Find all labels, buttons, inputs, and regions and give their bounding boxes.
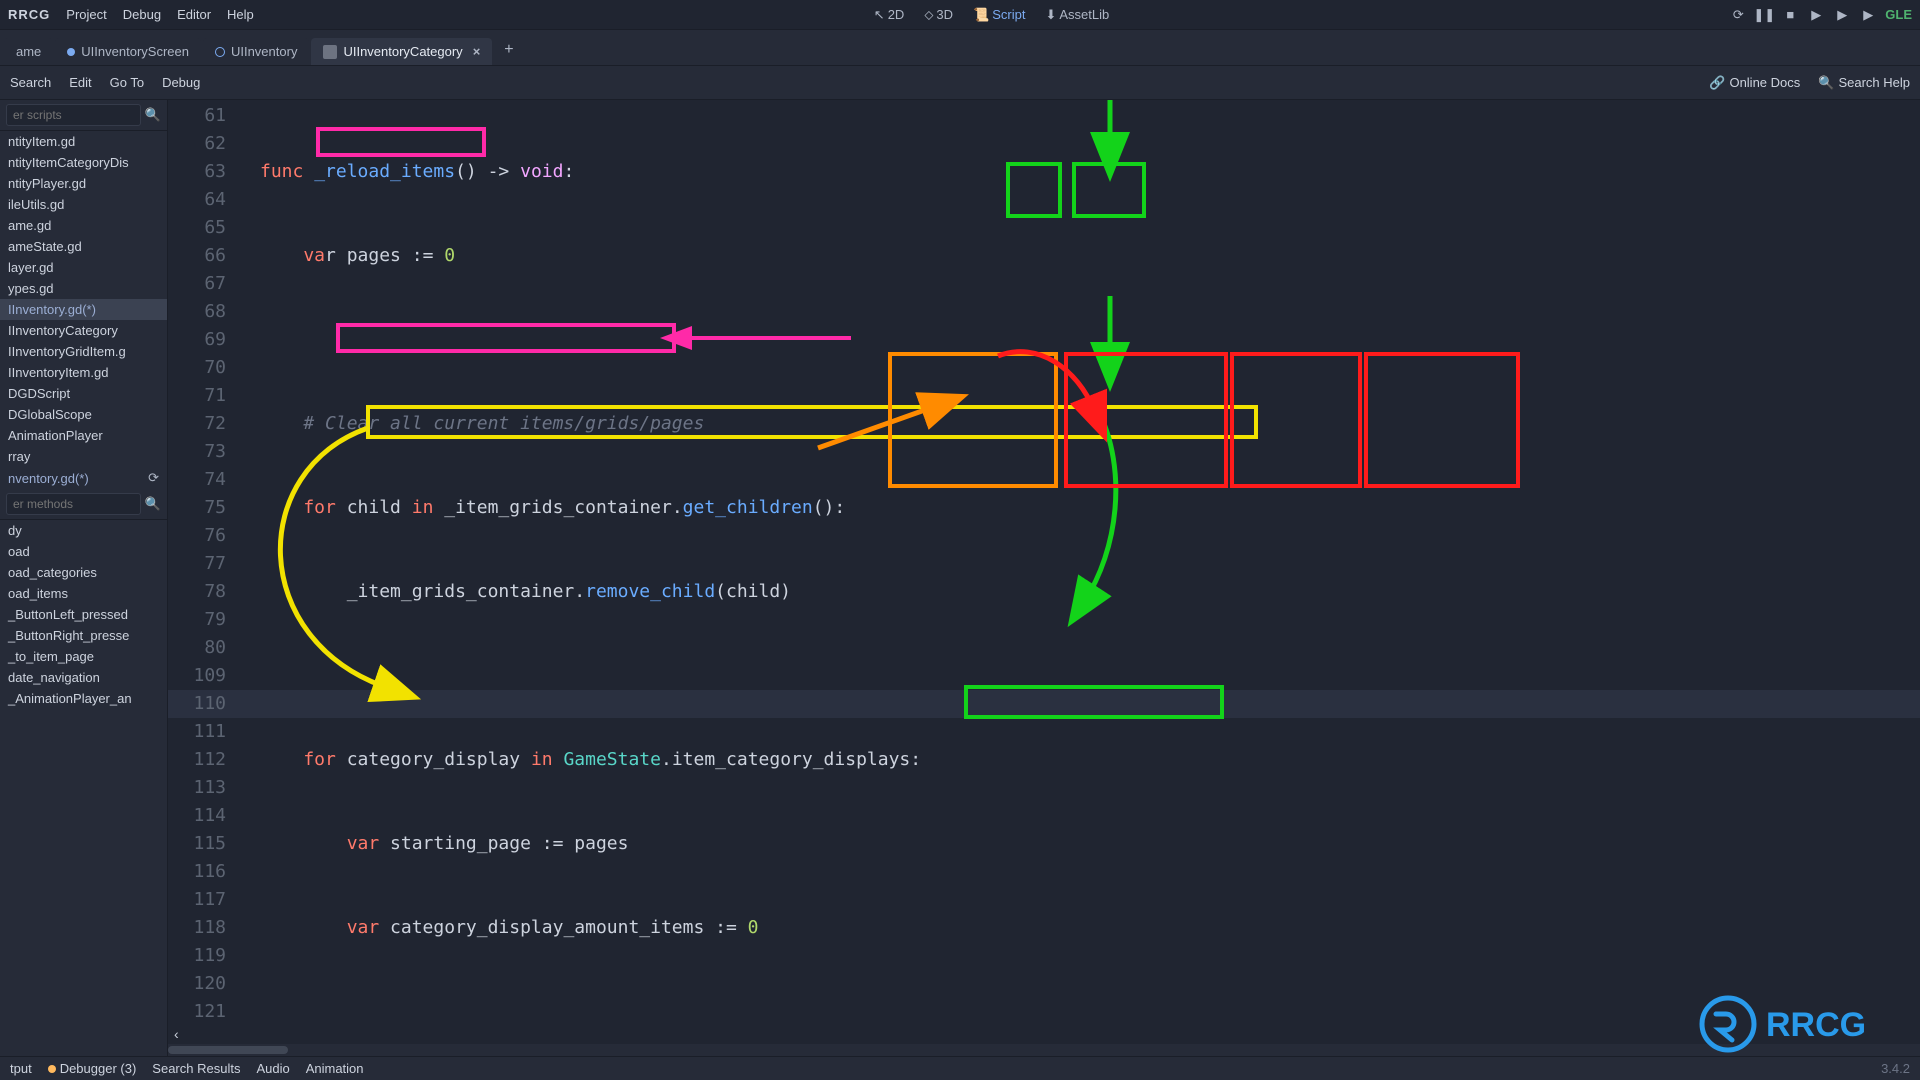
method-filter-row: 🔍	[0, 489, 167, 520]
line-number-gutter: 61 62 63 64 65 66 67 68 69 70 71 72 73 7…	[168, 100, 240, 1026]
script-item[interactable]: ntityItemCategoryDis	[0, 152, 167, 173]
script-file-icon	[323, 45, 337, 59]
link-icon: 🔗	[1709, 75, 1725, 91]
pause-icon[interactable]: ❚❚	[1755, 6, 1773, 24]
stop-icon[interactable]: ■	[1781, 6, 1799, 24]
annotation-box-pink-pages	[316, 127, 486, 157]
menu-project[interactable]: Project	[66, 7, 106, 22]
script-item[interactable]: DGlobalScope	[0, 404, 167, 425]
script-list[interactable]: ntityItem.gd ntityItemCategoryDis ntityP…	[0, 131, 167, 489]
close-icon[interactable]: ×	[473, 44, 481, 59]
menu-debug[interactable]: Debug	[123, 7, 161, 22]
file-tab-uiinventorycategory[interactable]: UIInventoryCategory×	[311, 38, 492, 65]
script-item[interactable]: ntityItem.gd	[0, 131, 167, 152]
menu-editor[interactable]: Editor	[177, 7, 211, 22]
method-list[interactable]: dy oad oad_categories oad_items _ButtonL…	[0, 520, 167, 1056]
top-menu-bar: RRCG Project Debug Editor Help ↖2D ⬦3D 📜…	[0, 0, 1920, 30]
new-tab-button[interactable]: +	[494, 35, 523, 65]
filter-methods-input[interactable]	[6, 493, 141, 515]
annotation-arrow-green-top	[1098, 100, 1128, 164]
main-area: 🔍 ntityItem.gd ntityItemCategoryDis ntit…	[0, 100, 1920, 1056]
script-item[interactable]: rray	[0, 446, 167, 467]
status-animation[interactable]: Animation	[306, 1061, 364, 1076]
file-tab-uiinventory[interactable]: UIInventory	[203, 38, 309, 65]
method-item[interactable]: date_navigation	[0, 667, 167, 688]
annotation-arrow-yellow	[278, 410, 478, 710]
annotation-box-red-3	[1364, 352, 1520, 488]
script-item[interactable]: ypes.gd	[0, 278, 167, 299]
file-tab-uiinventoryscreen[interactable]: UIInventoryScreen	[55, 38, 201, 65]
script-item-selected[interactable]: IInventory.gd(*)	[0, 299, 167, 320]
method-item[interactable]: dy	[0, 520, 167, 541]
file-tab-game[interactable]: ame	[4, 38, 53, 65]
script-item[interactable]: nventory.gd(*)⟳	[0, 467, 167, 489]
code-editor[interactable]: 61 62 63 64 65 66 67 68 69 70 71 72 73 7…	[168, 100, 1920, 1056]
view-2d-button[interactable]: ↖2D	[874, 7, 905, 23]
search-help-link[interactable]: 🔍Search Help	[1818, 75, 1910, 91]
method-item[interactable]: _to_item_page	[0, 646, 167, 667]
horizontal-scrollbar[interactable]	[168, 1044, 1920, 1056]
search-icon[interactable]: 🔍	[145, 107, 161, 123]
Search-menu[interactable]: Search	[10, 75, 51, 90]
Debug-menu[interactable]: Debug	[162, 75, 200, 90]
annotation-arrow-red	[998, 350, 1118, 430]
side-panel: 🔍 ntityItem.gd ntityItemCategoryDis ntit…	[0, 100, 168, 1056]
annotation-box-pink-starting-page	[336, 323, 676, 353]
annotation-box-green-small-2	[1072, 162, 1146, 218]
play-custom-icon[interactable]: ▶	[1833, 6, 1851, 24]
script-item[interactable]: ileUtils.gd	[0, 194, 167, 215]
annotation-box-red-2	[1230, 352, 1362, 488]
status-bar: tput Debugger (3) Search Results Audio A…	[0, 1056, 1920, 1080]
script-item[interactable]: DGDScript	[0, 383, 167, 404]
modified-dot-icon	[67, 48, 75, 56]
annotation-box-green-small-1	[1006, 162, 1062, 218]
method-item[interactable]: _AnimationPlayer_an	[0, 688, 167, 709]
play-icon[interactable]: ▶	[1859, 6, 1877, 24]
back-button[interactable]: ‹	[174, 1026, 179, 1042]
script-file-tab-bar: ame UIInventoryScreen UIInventory UIInve…	[0, 30, 1920, 66]
renderer-label[interactable]: GLE	[1885, 7, 1912, 22]
script-item[interactable]: IInventoryItem.gd	[0, 362, 167, 383]
script-item[interactable]: AnimationPlayer	[0, 425, 167, 446]
online-docs-link[interactable]: 🔗Online Docs	[1709, 75, 1800, 91]
script-filter-row: 🔍	[0, 100, 167, 131]
GoTo-menu[interactable]: Go To	[110, 75, 144, 90]
view-assetlib-button[interactable]: ⬇AssetLib	[1045, 7, 1109, 23]
script-item[interactable]: ameState.gd	[0, 236, 167, 257]
script-item[interactable]: IInventoryGridItem.g	[0, 341, 167, 362]
view-3d-button[interactable]: ⬦3D	[924, 7, 953, 23]
script-item[interactable]: ame.gd	[0, 215, 167, 236]
method-item[interactable]: oad_categories	[0, 562, 167, 583]
engine-version: 3.4.2	[1881, 1061, 1910, 1076]
logo-text: RRCG	[8, 7, 50, 22]
method-item[interactable]: _ButtonLeft_pressed	[0, 604, 167, 625]
method-item[interactable]: oad_items	[0, 583, 167, 604]
play-scene-icon[interactable]: ▶	[1807, 6, 1825, 24]
status-output[interactable]: tput	[10, 1061, 32, 1076]
annotation-arrow-pink	[676, 330, 856, 350]
script-toolbar: Search Edit Go To Debug 🔗Online Docs 🔍Se…	[0, 66, 1920, 100]
Edit-menu[interactable]: Edit	[69, 75, 91, 90]
search-icon: 🔍	[1818, 75, 1834, 91]
menu-help[interactable]: Help	[227, 7, 254, 22]
view-script-button[interactable]: 📜Script	[973, 7, 1025, 23]
script-item[interactable]: layer.gd	[0, 257, 167, 278]
search-icon[interactable]: 🔍	[145, 496, 161, 512]
unsaved-circle-icon	[215, 47, 225, 57]
script-item[interactable]: ntityPlayer.gd	[0, 173, 167, 194]
playtest-reload-icon[interactable]: ⟳	[1729, 6, 1747, 24]
reload-icon[interactable]: ⟳	[148, 470, 159, 486]
script-item[interactable]: IInventoryCategory	[0, 320, 167, 341]
annotation-arrow-orange	[818, 400, 948, 460]
filter-scripts-input[interactable]	[6, 104, 141, 126]
method-item[interactable]: _ButtonRight_presse	[0, 625, 167, 646]
warning-dot-icon	[48, 1065, 56, 1073]
method-item[interactable]: oad	[0, 541, 167, 562]
status-debugger[interactable]: Debugger (3)	[48, 1061, 137, 1076]
status-search-results[interactable]: Search Results	[152, 1061, 240, 1076]
status-audio[interactable]: Audio	[256, 1061, 289, 1076]
annotation-box-green-starting-page	[964, 685, 1224, 719]
